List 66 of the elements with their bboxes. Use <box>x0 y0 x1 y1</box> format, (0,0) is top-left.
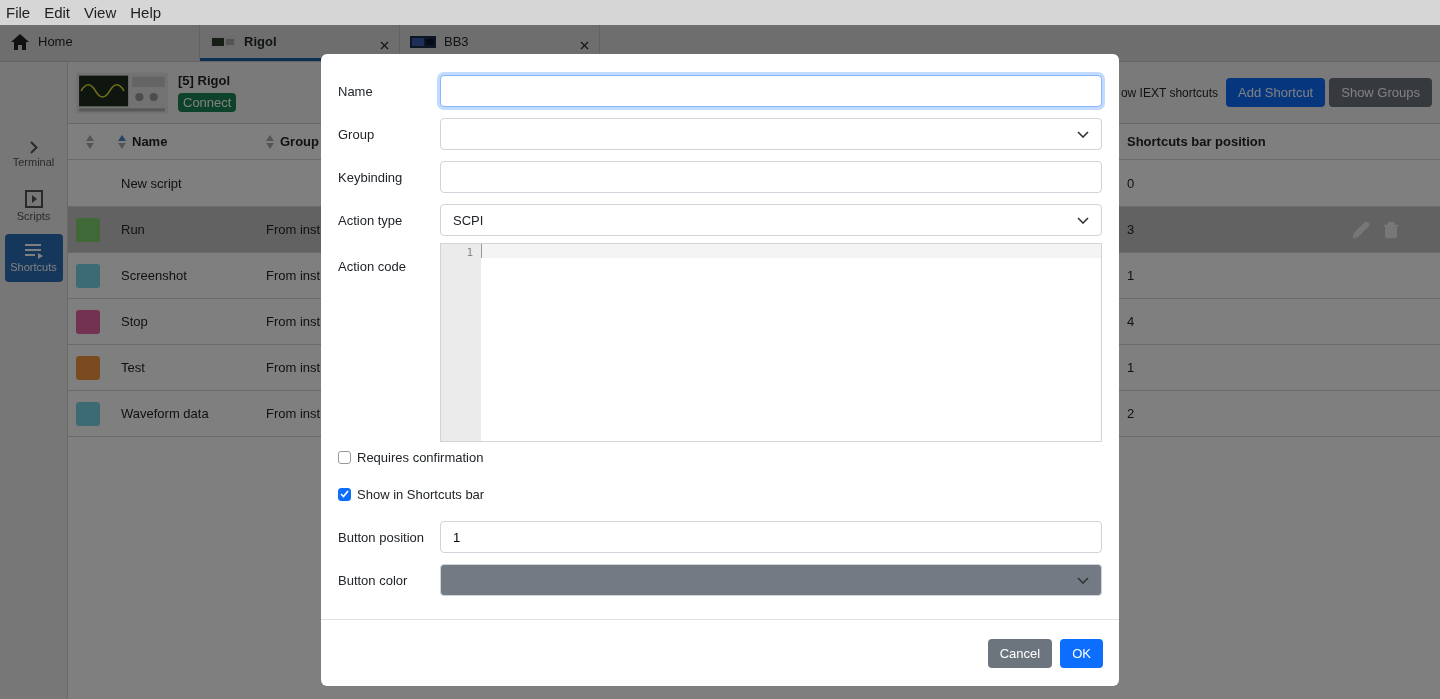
sort-icon <box>118 134 126 149</box>
toggle-label: ow IEXT shortcuts <box>1120 85 1219 100</box>
column-header: Name <box>132 134 168 149</box>
select-field[interactable] <box>440 118 1102 150</box>
sort-icon <box>86 134 94 149</box>
menu-item[interactable]: Help <box>130 4 162 21</box>
field-label: Name <box>338 83 374 99</box>
caret-icon <box>1077 216 1089 224</box>
checkbox[interactable] <box>338 450 351 464</box>
play-icon <box>24 190 43 208</box>
field-label: Action code <box>338 258 407 274</box>
table-cell-text: New script <box>120 175 183 191</box>
table-cell-text: Screenshot <box>120 268 188 283</box>
caret-icon <box>1077 130 1089 138</box>
menu-item[interactable]: Edit <box>44 4 71 21</box>
line-number: 1 <box>465 246 473 259</box>
list-icon <box>23 243 44 259</box>
chevron-icon <box>29 140 38 154</box>
close-icon[interactable] <box>578 39 591 52</box>
menu-item[interactable]: View <box>84 4 117 21</box>
checkbox-label: Requires confirmation <box>357 449 484 465</box>
table-cell-text: 2 <box>1126 406 1135 421</box>
input-field[interactable]: 1 <box>440 521 1102 553</box>
field-label: Group <box>338 126 376 142</box>
table-cell-text: From inst <box>265 360 320 375</box>
instrument-title: [5] Rigol <box>178 73 230 88</box>
toolbar-button[interactable]: Show Groups <box>1329 78 1432 107</box>
column-header: Shortcuts bar position <box>1127 134 1266 149</box>
sort-icon <box>266 134 274 149</box>
field-label: Button color <box>338 572 409 588</box>
close-icon[interactable] <box>378 39 391 52</box>
toolbar-button[interactable]: Add Shortcut <box>1226 78 1326 107</box>
table-cell-text: Run <box>120 222 146 237</box>
table-cell-text: 1 <box>1126 268 1135 283</box>
caret-icon <box>1077 576 1089 584</box>
table-cell-text: Waveform data <box>120 406 210 421</box>
table-cell-text: From inst <box>265 406 320 421</box>
table-cell-text: From inst <box>265 314 320 329</box>
field-label: Keybinding <box>338 169 404 185</box>
dialog-button[interactable]: OK <box>1060 638 1103 668</box>
sidebar-item[interactable]: Scripts <box>4 182 63 230</box>
checkbox-label: Show in Shortcuts bar <box>357 486 485 502</box>
code-editor[interactable]: 1 <box>440 243 1102 442</box>
field-label: Action type <box>338 212 404 228</box>
table-cell-text: From inst <box>265 268 320 283</box>
table-cell-text: Test <box>120 360 146 375</box>
input-field[interactable] <box>440 75 1102 107</box>
connect-button[interactable]: Connect <box>178 93 237 112</box>
table-cell-text: 3 <box>1126 222 1135 237</box>
field-label: Button position <box>338 529 425 545</box>
tab[interactable]: Home <box>0 25 200 61</box>
menu-item[interactable]: File <box>6 4 31 21</box>
table-cell-text: 0 <box>1126 175 1135 191</box>
table-cell-text: Stop <box>120 314 149 329</box>
column-header: Group <box>280 134 319 149</box>
sidebar-item[interactable]: Shortcuts <box>4 234 63 282</box>
table-cell-text: 4 <box>1126 314 1135 329</box>
input-field[interactable] <box>440 161 1102 193</box>
home-icon <box>10 32 30 51</box>
table-cell-text: From inst <box>265 222 320 237</box>
color-select[interactable] <box>440 564 1102 596</box>
checkbox[interactable] <box>338 487 351 501</box>
select-field[interactable]: SCPI <box>440 204 1102 236</box>
sidebar-item[interactable]: Terminal <box>4 130 63 178</box>
dialog-button[interactable]: Cancel <box>987 638 1053 668</box>
table-cell-text: 1 <box>1126 360 1135 375</box>
